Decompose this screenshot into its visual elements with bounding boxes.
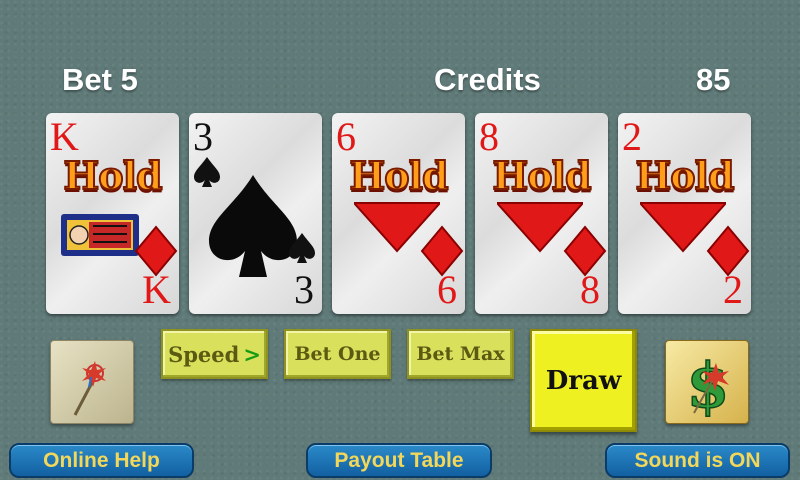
card-rank-bottom: 3 <box>294 267 314 312</box>
card-rank-top: 8 <box>479 114 499 159</box>
dollar-sign-icon: $ <box>686 348 731 423</box>
hold-label: Hold <box>62 152 163 199</box>
card-rank-top: 6 <box>336 114 356 159</box>
card-rank-top: 3 <box>193 114 213 159</box>
speed-label: Speed <box>168 341 240 367</box>
hold-label: Hold <box>634 152 735 199</box>
chevron-right-icon: > <box>243 341 261 367</box>
card-4[interactable]: 8 8 Hold <box>475 113 608 314</box>
card-rank-bottom: K <box>142 267 171 312</box>
speed-button[interactable]: Speed > <box>161 329 268 379</box>
credits-label: Credits <box>434 62 541 97</box>
draw-button[interactable]: Draw <box>530 329 637 432</box>
card-rank-top: K <box>50 114 79 159</box>
hold-label: Hold <box>491 152 592 199</box>
online-help-button[interactable]: Online Help <box>9 443 194 478</box>
bet-one-button[interactable]: Bet One <box>284 329 391 379</box>
card-3[interactable]: 6 6 Hold <box>332 113 465 314</box>
spade-icon <box>209 175 297 277</box>
sound-toggle-button[interactable]: Sound is ON <box>605 443 790 478</box>
card-2[interactable]: 3 3 <box>189 113 322 314</box>
bet-display: Bet 5 <box>62 62 138 97</box>
card-rank-top: 2 <box>622 114 642 159</box>
svg-text:$: $ <box>686 349 729 422</box>
auto-hold-button[interactable] <box>50 340 134 424</box>
hold-label: Hold <box>348 152 449 199</box>
card-rank-bottom: 2 <box>723 267 743 312</box>
card-rank-bottom: 8 <box>580 267 600 312</box>
card-rank-bottom: 6 <box>437 267 457 312</box>
bet-max-button[interactable]: Bet Max <box>407 329 514 379</box>
payout-table-button[interactable]: Payout Table <box>306 443 492 478</box>
card-1[interactable]: K K Hold <box>46 113 179 314</box>
card-5[interactable]: 2 2 Hold <box>618 113 751 314</box>
spade-small-icon <box>289 233 315 263</box>
magic-wand-icon <box>73 361 106 416</box>
credits-value: 85 <box>696 62 731 97</box>
cashout-button[interactable]: $ <box>665 340 749 424</box>
